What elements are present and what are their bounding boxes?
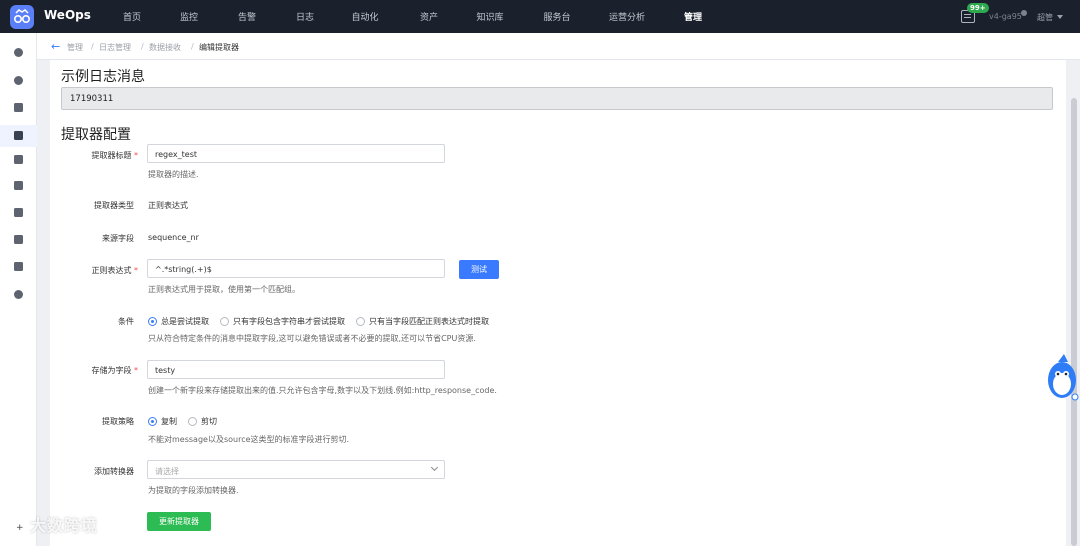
type-label: 提取器类型: [94, 201, 134, 210]
chart-icon[interactable]: [14, 262, 23, 271]
strategy-radio-group: 复制 剪切: [148, 416, 228, 427]
nav-item-monitor[interactable]: 监控: [159, 10, 219, 23]
factory-icon[interactable]: [14, 103, 23, 112]
chevron-down-icon[interactable]: [1057, 15, 1063, 19]
radio-unchecked[interactable]: [220, 317, 229, 326]
book-icon[interactable]: [14, 208, 23, 217]
brand-name[interactable]: WeOps: [44, 8, 91, 22]
nav-item-home[interactable]: 首页: [102, 10, 162, 23]
nav-item-servicedesk[interactable]: 服务台: [527, 10, 587, 23]
source-value: sequence_nr: [148, 233, 199, 242]
store-field-input[interactable]: testy: [147, 360, 445, 379]
help-icon[interactable]: [1021, 10, 1027, 16]
breadcrumb-separator: /: [191, 42, 194, 51]
log-icon[interactable]: [14, 131, 23, 140]
title-input[interactable]: regex_test: [147, 144, 445, 163]
regex-label: 正则表达式 *: [91, 266, 138, 275]
nav-item-alert[interactable]: 告警: [217, 10, 277, 23]
config-heading: 提取器配置: [61, 127, 131, 143]
breadcrumb: ← 管理 / 日志管理 / 数据接收 / 编辑提取器: [37, 33, 1080, 60]
notification-badge: 99+: [967, 3, 989, 13]
converter-hint: 为提取的字段添加转换器.: [148, 486, 239, 495]
layers-icon[interactable]: [14, 181, 23, 190]
sidebar: [0, 33, 37, 546]
cluster-icon[interactable]: [14, 48, 23, 57]
sample-message-box: 17190311: [61, 87, 1053, 110]
condition-option-contains[interactable]: 只有字段包含字符串才尝试提取: [220, 316, 345, 327]
converter-select[interactable]: 请选择: [147, 460, 445, 479]
breadcrumb-separator: /: [91, 42, 94, 51]
nav-item-admin[interactable]: 管理: [663, 10, 723, 23]
converter-label: 添加转换器: [94, 467, 134, 476]
breadcrumb-item-admin[interactable]: 管理: [67, 42, 83, 53]
nav-item-analytics[interactable]: 运营分析: [597, 10, 657, 23]
source-label: 来源字段: [102, 234, 134, 243]
radio-checked[interactable]: [148, 417, 157, 426]
breadcrumb-current: 编辑提取器: [199, 43, 239, 52]
radio-unchecked[interactable]: [188, 417, 197, 426]
version-label: v4-ga95: [989, 12, 1022, 21]
breadcrumb-item-inputs[interactable]: 数据接收: [149, 42, 181, 53]
back-arrow-icon[interactable]: ←: [51, 40, 60, 53]
strategy-hint: 不能对message以及source这类型的标准字段进行剪切.: [148, 435, 350, 444]
strategy-label: 提取策略: [102, 417, 134, 426]
cursor-icon: +: [16, 523, 24, 533]
location-icon[interactable]: [14, 76, 23, 85]
nav-item-automation[interactable]: 自动化: [335, 10, 395, 23]
nav-item-assets[interactable]: 资产: [399, 10, 459, 23]
title-hint: 提取器的描述.: [148, 170, 199, 179]
sample-heading: 示例日志消息: [61, 69, 145, 85]
store-label: 存储为字段 *: [91, 366, 138, 375]
condition-label: 条件: [118, 317, 134, 326]
condition-option-regex[interactable]: 只有当字段匹配正则表达式时提取: [356, 316, 489, 327]
watermark-text: 大数跨境: [30, 516, 99, 535]
top-navbar: WeOps 首页 监控 告警 日志 自动化 资产 知识库 服务台 运营分析 管理…: [0, 0, 1080, 33]
nav-item-log[interactable]: 日志: [275, 10, 335, 23]
vertical-scrollbar[interactable]: [1071, 98, 1077, 546]
condition-option-always[interactable]: 总是尝试提取: [148, 316, 209, 327]
condition-hint: 只从符合特定条件的消息中提取字段,这可以避免错误或者不必要的提取,还可以节省CP…: [148, 334, 476, 343]
user-menu[interactable]: 超管: [1037, 12, 1053, 23]
radio-checked[interactable]: [148, 317, 157, 326]
strategy-option-cut[interactable]: 剪切: [188, 416, 217, 427]
test-button[interactable]: 测试: [459, 260, 499, 279]
strategy-option-copy[interactable]: 复制: [148, 416, 177, 427]
breadcrumb-separator: /: [141, 42, 144, 51]
app-logo-icon[interactable]: [10, 5, 34, 29]
regex-hint: 正则表达式用于提取，使用第一个匹配组。: [148, 285, 300, 294]
update-extractor-button[interactable]: 更新提取器: [147, 512, 211, 531]
title-label: 提取器标题 *: [91, 151, 138, 160]
briefcase-icon[interactable]: [14, 155, 23, 164]
store-hint: 创建一个新字段来存储提取出来的值.只允许包含字母,数字以及下划线.例如:http…: [148, 386, 497, 395]
gear-icon[interactable]: [14, 290, 23, 299]
clipboard-icon[interactable]: [14, 235, 23, 244]
regex-input[interactable]: ^.*string(.+)$: [147, 259, 445, 278]
radio-unchecked[interactable]: [356, 317, 365, 326]
type-value: 正则表达式: [148, 201, 188, 210]
nav-item-knowledge[interactable]: 知识库: [460, 10, 520, 23]
breadcrumb-item-log-admin[interactable]: 日志管理: [99, 42, 131, 53]
assistant-mascot-icon[interactable]: [1044, 352, 1080, 404]
condition-radio-group: 总是尝试提取 只有字段包含字符串才尝试提取 只有当字段匹配正则表达式时提取: [148, 316, 500, 327]
